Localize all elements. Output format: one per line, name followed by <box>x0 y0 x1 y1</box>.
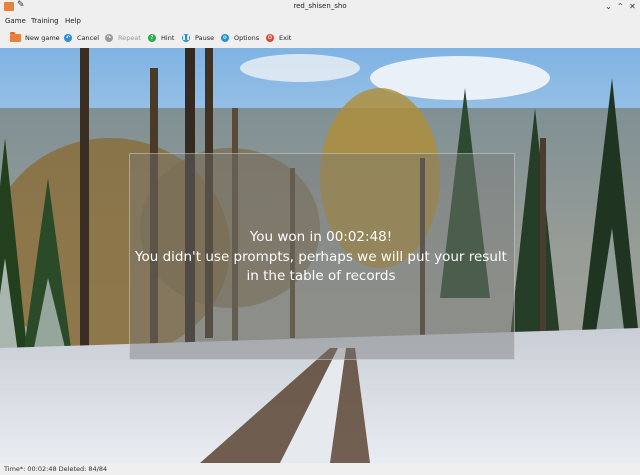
status-bar: Time*: 00:02:48 Deleted: 84/84 <box>0 463 640 475</box>
repeat-label: Repeat <box>118 34 141 42</box>
win-records-text: in the table of records <box>246 268 396 284</box>
folder-icon <box>10 32 21 42</box>
new-game-label: New game <box>25 34 60 42</box>
status-text: Time*: 00:02:48 Deleted: 84/84 <box>4 465 108 473</box>
new-game-button[interactable]: New game <box>10 32 60 44</box>
toolbar: New game ↶ Cancel ↷ Repeat ? Hint ❚❚ Pau… <box>0 28 640 49</box>
pause-icon: ❚❚ <box>181 34 191 42</box>
menu-game[interactable]: Game <box>5 17 26 25</box>
exit-label: Exit <box>279 34 292 42</box>
minimize-icon[interactable]: ⌄ <box>603 1 614 12</box>
options-button[interactable]: ⚙ Options <box>221 32 259 44</box>
hint-button[interactable]: ? Hint <box>148 32 174 44</box>
win-message: You won in 00:02:48! You didn't use prom… <box>129 228 513 287</box>
undo-icon: ↶ <box>64 34 72 42</box>
win-detail-text: You didn't use prompts, perhaps we will … <box>135 248 507 265</box>
pause-button[interactable]: ❚❚ Pause <box>182 32 214 44</box>
repeat-button[interactable]: ↷ Repeat <box>105 32 141 44</box>
question-icon: ? <box>148 34 156 42</box>
power-icon: ⏻ <box>266 34 274 42</box>
menu-help[interactable]: Help <box>65 17 81 25</box>
win-time-text: You won in 00:02:48! <box>249 229 393 245</box>
title-bar: ✎ red_shisen_sho ⌄ ⌃ ✕ <box>0 0 640 14</box>
menu-bar: Game Training Help <box>0 14 640 28</box>
cancel-button[interactable]: ↶ Cancel <box>64 32 99 44</box>
close-icon[interactable]: ✕ <box>627 1 638 12</box>
maximize-icon[interactable]: ⌃ <box>615 1 626 12</box>
cancel-label: Cancel <box>77 34 100 42</box>
exit-button[interactable]: ⏻ Exit <box>266 32 291 44</box>
hint-label: Hint <box>161 34 175 42</box>
window-title: red_shisen_sho <box>293 2 347 10</box>
redo-icon: ↷ <box>105 34 113 42</box>
gear-icon: ⚙ <box>221 34 229 42</box>
options-label: Options <box>234 34 260 42</box>
pause-label: Pause <box>195 34 215 42</box>
menu-training[interactable]: Training <box>31 17 59 25</box>
